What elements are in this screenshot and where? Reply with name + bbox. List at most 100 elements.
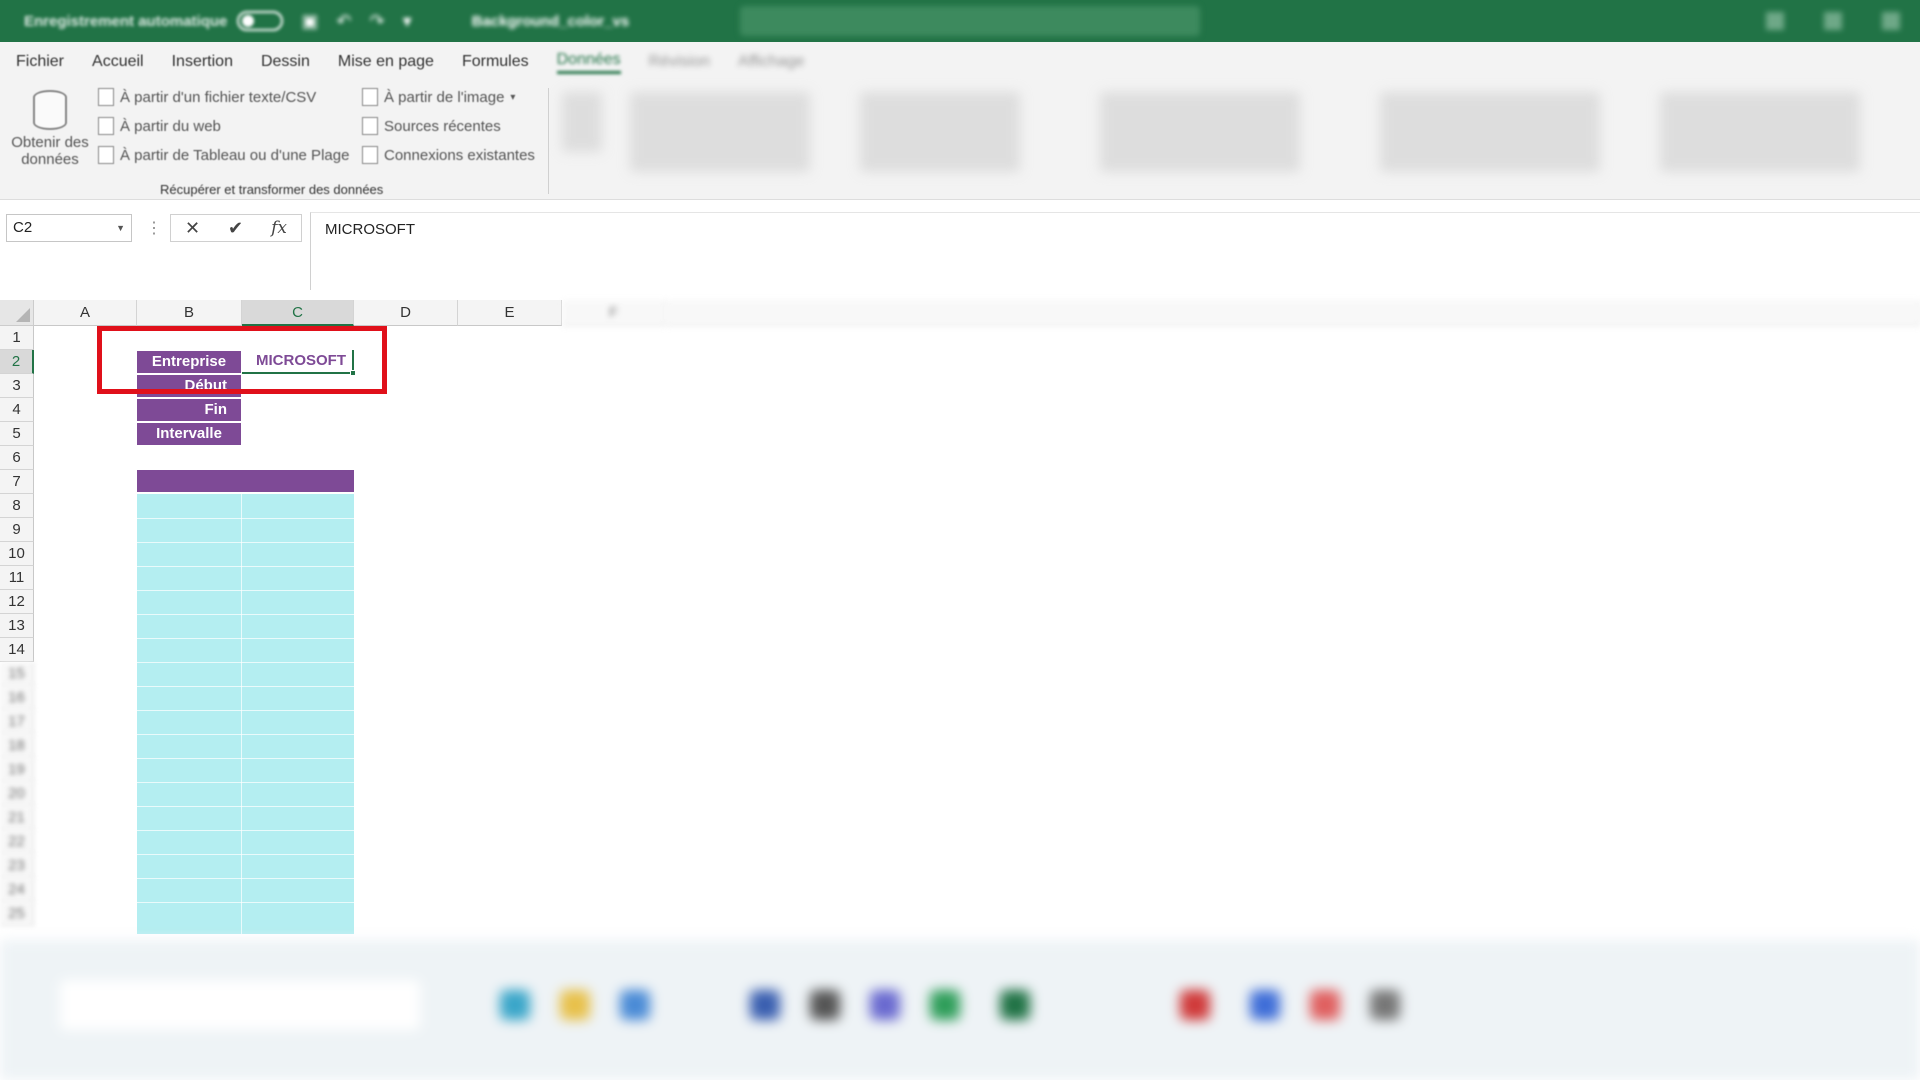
row-header-14[interactable]: 14 — [0, 638, 34, 662]
row-header-23[interactable]: 23 — [0, 854, 34, 878]
row-header-2[interactable]: 2 — [0, 350, 34, 374]
tab-fichier[interactable]: Fichier — [16, 53, 64, 71]
cell-b5-intervalle[interactable]: Intervalle — [137, 423, 241, 445]
from-text-csv-button[interactable]: À partir d'un fichier texte/CSV — [98, 88, 316, 106]
row-header-20[interactable]: 20 — [0, 782, 34, 806]
window-controls — [1766, 12, 1900, 30]
customize-toolbar-icon[interactable]: ▾ — [403, 11, 412, 32]
column-header-b[interactable]: B — [137, 300, 242, 326]
tab-insertion[interactable]: Insertion — [172, 53, 233, 71]
quick-access-toolbar: ▣ ↶ ↷ ▾ — [301, 11, 411, 32]
row-header-10[interactable]: 10 — [0, 542, 34, 566]
table-row-divider — [137, 758, 354, 759]
autosave-toggle[interactable] — [237, 11, 284, 31]
table-row-divider — [137, 710, 354, 711]
check-icon[interactable]: ✔ — [228, 218, 243, 239]
from-text-csv-label: À partir d'un fichier texte/CSV — [120, 88, 317, 106]
minimize-icon[interactable] — [1766, 12, 1784, 30]
more-options-icon[interactable]: ⋮ — [146, 218, 162, 238]
column-headers-blurred — [666, 300, 1920, 326]
cancel-icon[interactable]: ✕ — [185, 218, 200, 239]
save-icon[interactable]: ▣ — [301, 11, 318, 32]
cell-b4-fin[interactable]: Fin — [137, 399, 241, 421]
tab-mise-en-page[interactable]: Mise en page — [338, 53, 434, 71]
chevron-down-icon[interactable]: ▼ — [116, 223, 125, 233]
formula-bar: C2 ▼ ⋮ ✕ ✔ fx MICROSOFT — [0, 200, 1920, 290]
row-header-22[interactable]: 22 — [0, 830, 34, 854]
row-header-21[interactable]: 21 — [0, 806, 34, 830]
tab-formules[interactable]: Formules — [462, 53, 529, 71]
ribbon: Obtenir des données À partir d'un fichie… — [0, 82, 1920, 200]
tab-revision[interactable]: Révision — [649, 53, 710, 71]
tab-accueil[interactable]: Accueil — [92, 53, 144, 71]
table-row-divider — [137, 902, 354, 903]
table-header-row[interactable] — [137, 470, 354, 492]
close-icon[interactable] — [1882, 12, 1900, 30]
from-table-button[interactable]: À partir de Tableau ou d'une Plage — [98, 146, 349, 164]
ribbon-tabs: Fichier Accueil Insertion Dessin Mise en… — [0, 42, 1920, 82]
row-header-25[interactable]: 25 — [0, 902, 34, 926]
insert-function-icon[interactable]: fx — [271, 218, 287, 238]
web-file-icon — [98, 117, 114, 135]
autosave-label: Enregistrement automatique — [24, 12, 228, 30]
name-box[interactable]: C2 ▼ — [6, 214, 132, 242]
row-header-16[interactable]: 16 — [0, 686, 34, 710]
column-header-a[interactable]: A — [34, 300, 137, 326]
row-header-3[interactable]: 3 — [0, 374, 34, 398]
existing-connections-button[interactable]: Connexions existantes — [362, 146, 535, 164]
undo-icon[interactable]: ↶ — [336, 11, 351, 32]
tab-donnees[interactable]: Données — [556, 51, 621, 74]
recent-sources-button[interactable]: Sources récentes — [362, 117, 501, 135]
table-row-divider — [137, 806, 354, 807]
from-web-button[interactable]: À partir du web — [98, 117, 221, 135]
row-header-6[interactable]: 6 — [0, 446, 34, 470]
row-header-18[interactable]: 18 — [0, 734, 34, 758]
table-row-divider — [137, 590, 354, 591]
table-body[interactable] — [137, 494, 354, 934]
group-label: Récupérer et transformer des données — [160, 182, 384, 197]
from-image-button[interactable]: À partir de l'image ▾ — [362, 88, 515, 106]
document-title: Background_color_vs — [471, 12, 630, 30]
table-row-divider — [137, 614, 354, 615]
row-header-19[interactable]: 19 — [0, 758, 34, 782]
row-header-12[interactable]: 12 — [0, 590, 34, 614]
row-header-17[interactable]: 17 — [0, 710, 34, 734]
column-header-c[interactable]: C — [242, 300, 354, 326]
table-row-divider — [137, 542, 354, 543]
row-header-1[interactable]: 1 — [0, 326, 34, 350]
formula-input[interactable]: MICROSOFT — [310, 212, 1920, 290]
table-row-divider — [137, 782, 354, 783]
row-header-5[interactable]: 5 — [0, 422, 34, 446]
column-header-d[interactable]: D — [354, 300, 458, 326]
row-header-9[interactable]: 9 — [0, 518, 34, 542]
table-column-divider — [241, 494, 242, 934]
tab-dessin[interactable]: Dessin — [261, 53, 310, 71]
table-row-divider — [137, 830, 354, 831]
tab-affichage[interactable]: Affichage — [738, 53, 804, 71]
table-row-divider — [137, 734, 354, 735]
recent-sources-icon — [362, 117, 378, 135]
column-header-e[interactable]: E — [458, 300, 562, 326]
worksheet-grid[interactable]: A B C D E F 1 2 3 4 5 6 7 8 9 10 11 12 1… — [0, 300, 1920, 940]
row-header-7[interactable]: 7 — [0, 470, 34, 494]
formula-buttons: ✕ ✔ fx — [170, 214, 302, 242]
table-row-divider — [137, 878, 354, 879]
table-row-divider — [137, 566, 354, 567]
column-header-f[interactable]: F — [562, 300, 666, 326]
row-header-13[interactable]: 13 — [0, 614, 34, 638]
row-header-4[interactable]: 4 — [0, 398, 34, 422]
row-header-11[interactable]: 11 — [0, 566, 34, 590]
search-box[interactable] — [740, 6, 1200, 36]
ribbon-blurred-area — [560, 82, 1920, 200]
select-all-corner[interactable] — [0, 300, 34, 326]
table-row-divider — [137, 686, 354, 687]
row-header-15[interactable]: 15 — [0, 662, 34, 686]
row-header-8[interactable]: 8 — [0, 494, 34, 518]
row-header-24[interactable]: 24 — [0, 878, 34, 902]
redo-icon[interactable]: ↷ — [369, 11, 384, 32]
table-row-divider — [137, 518, 354, 519]
ribbon-separator — [548, 88, 549, 194]
maximize-icon[interactable] — [1824, 12, 1842, 30]
highlight-box — [97, 326, 387, 394]
get-data-button[interactable]: Obtenir des données — [10, 90, 90, 168]
